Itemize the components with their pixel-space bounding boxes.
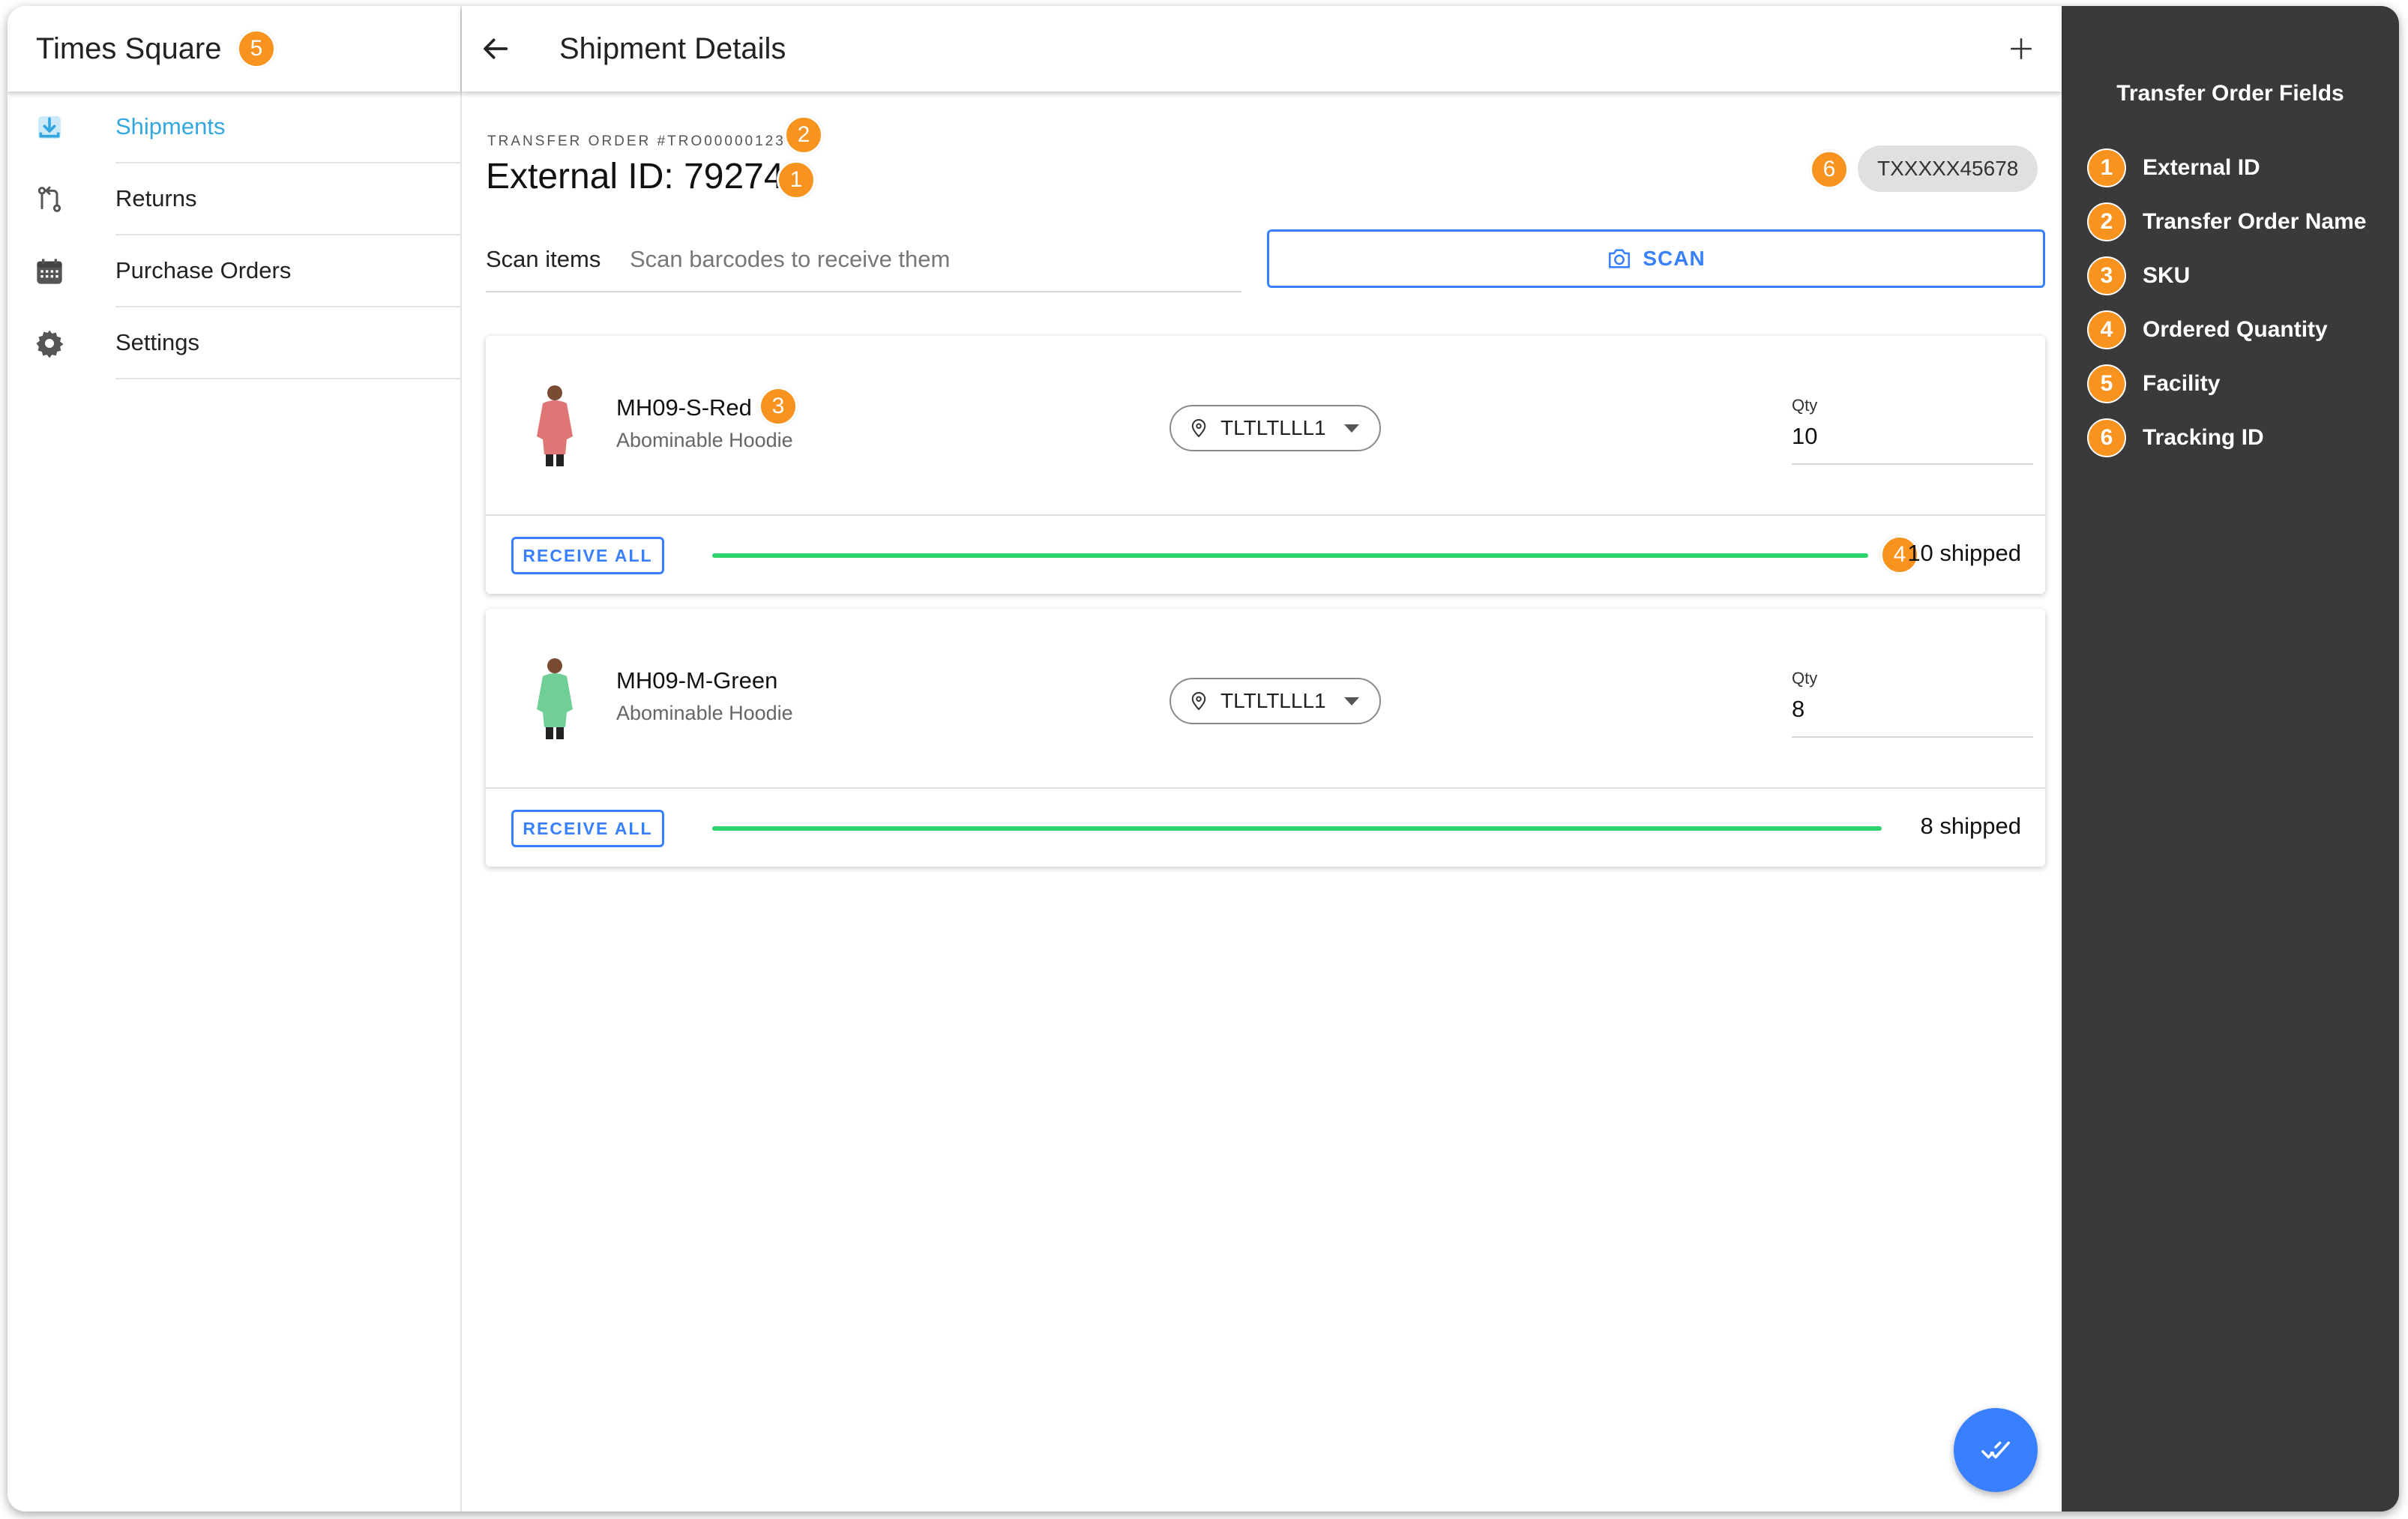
shipped-progress-bar: [712, 826, 1882, 831]
location-label: TLTLTLLL1: [1220, 689, 1326, 712]
legend-badge: 2: [2087, 202, 2126, 241]
legend-badge: 6: [2087, 418, 2126, 457]
legend-item: 2 Transfer Order Name: [2087, 202, 2366, 241]
git-compare-icon: [31, 181, 67, 217]
location-pin-icon: [1191, 419, 1206, 438]
shipped-count: 8 shipped: [1920, 813, 2021, 839]
receive-all-button[interactable]: RECEIVE ALL: [511, 810, 664, 847]
sidebar-item-settings[interactable]: Settings: [7, 307, 460, 379]
sidebar-item-label: Shipments: [115, 91, 460, 163]
settings-icon: [31, 325, 67, 361]
item-sku: MH09-S-Red: [616, 394, 752, 421]
legend-badge: 4: [2087, 310, 2126, 349]
qty-field[interactable]: Qty 10: [1792, 396, 2033, 465]
badge-transfer-order: 2: [784, 115, 823, 154]
card-footer: RECEIVE ALL 8 shipped: [486, 789, 2045, 867]
sidebar: Times Square 5 Shipments Returns Purchas…: [7, 6, 462, 1512]
qty-field[interactable]: Qty 8: [1792, 669, 2033, 738]
sidebar-header: Times Square 5: [7, 6, 460, 91]
product-thumbnail: [537, 658, 573, 739]
legend-label: Tracking ID: [2143, 425, 2264, 450]
card-footer: RECEIVE ALL 4 10 shipped: [486, 516, 2045, 594]
qty-label: Qty: [1792, 669, 1818, 688]
download-icon: [31, 109, 67, 145]
legend-label: Transfer Order Name: [2143, 209, 2367, 234]
legend-item: 4 Ordered Quantity: [2087, 310, 2328, 349]
legend-label: External ID: [2143, 155, 2260, 180]
shipped-count: 10 shipped: [1907, 540, 2021, 566]
sidebar-item-returns[interactable]: Returns: [7, 163, 460, 235]
badge-facility: 5: [237, 29, 276, 68]
add-icon: [2010, 37, 2032, 60]
legend-item: 5 Facility: [2087, 364, 2220, 403]
card-header: MH09-M-Green Abominable Hoodie TLTLTLLL1…: [486, 609, 2045, 789]
scan-input[interactable]: [630, 246, 1222, 273]
shipped-progress-bar: [712, 553, 1868, 558]
item-product-name: Abominable Hoodie: [616, 702, 793, 724]
legend-label: SKU: [2143, 263, 2191, 288]
item-sku: MH09-M-Green: [616, 667, 778, 694]
toolbar: Shipment Details: [462, 6, 2062, 91]
sidebar-item-label: Returns: [115, 163, 460, 235]
legend-item: 6 Tracking ID: [2087, 418, 2264, 457]
legend-item: 1 External ID: [2087, 148, 2260, 187]
badge-tracking: 6: [1810, 150, 1849, 189]
hoodie-body: [537, 400, 573, 454]
qty-label: Qty: [1792, 396, 1818, 415]
item-product-name: Abominable Hoodie: [616, 429, 793, 451]
legend-badge: 1: [2087, 148, 2126, 187]
scan-button-label: SCAN: [1643, 247, 1706, 270]
progress-fill: [712, 826, 1882, 831]
facility-name: Times Square: [36, 31, 222, 65]
scan-label: Scan items: [486, 246, 601, 272]
page-title: Shipment Details: [559, 31, 786, 65]
camera-icon: [1609, 249, 1631, 268]
sidebar-item-shipments[interactable]: Shipments: [7, 91, 460, 163]
product-thumbnail: [537, 385, 573, 466]
qty-value: 10: [1792, 423, 1818, 449]
shipment-item-card: MH09-M-Green Abominable Hoodie TLTLTLLL1…: [486, 609, 2045, 867]
caret-down-icon: [1343, 424, 1359, 433]
calendar-icon: [31, 253, 67, 289]
back-button[interactable]: [478, 31, 514, 67]
complete-fab-button[interactable]: [1954, 1408, 2038, 1492]
qty-value: 8: [1792, 696, 1805, 722]
card-header: MH09-S-Red 3 Abominable Hoodie TLTLTLLL1…: [486, 336, 2045, 516]
app-window: Times Square 5 Shipments Returns Purchas…: [7, 6, 2399, 1512]
scan-button[interactable]: SCAN: [1267, 229, 2045, 288]
main-content: Shipment Details TRANSFER ORDER #TRO0000…: [462, 6, 2062, 1512]
external-id: External ID: 79274: [486, 157, 784, 196]
add-button[interactable]: [2003, 31, 2039, 67]
legend-label: Ordered Quantity: [2143, 317, 2328, 342]
sidebar-item-purchase-orders[interactable]: Purchase Orders: [7, 235, 460, 307]
shipment-item-card: MH09-S-Red 3 Abominable Hoodie TLTLTLLL1…: [486, 336, 2045, 594]
legend-panel: Transfer Order Fields 1 External ID 2 Tr…: [2062, 6, 2399, 1512]
checkmark-done-icon: [1981, 1441, 2010, 1459]
legend-title: Transfer Order Fields: [2116, 81, 2344, 106]
arrow-back-icon: [484, 38, 508, 59]
hoodie-body: [537, 673, 573, 727]
location-select[interactable]: TLTLTLLL1: [1170, 678, 1381, 724]
legend-item: 3 SKU: [2087, 256, 2190, 295]
progress-fill: [712, 553, 1868, 558]
location-label: TLTLTLLL1: [1220, 416, 1326, 439]
legend-badge: 5: [2087, 364, 2126, 403]
sidebar-item-label: Settings: [115, 307, 460, 379]
transfer-order-name: TRANSFER ORDER #TRO00000123: [487, 133, 786, 149]
location-pin-icon: [1191, 692, 1206, 711]
badge-external-id: 1: [777, 160, 816, 199]
location-select[interactable]: TLTLTLLL1: [1170, 405, 1381, 451]
scan-field: Scan items: [486, 228, 1241, 292]
tracking-id-chip[interactable]: TXXXXX45678: [1858, 145, 2038, 192]
sidebar-menu: Shipments Returns Purchase Orders Settin…: [7, 91, 460, 379]
badge-sku: 3: [759, 387, 798, 426]
caret-down-icon: [1343, 697, 1359, 706]
sidebar-item-label: Purchase Orders: [115, 235, 460, 307]
legend-label: Facility: [2143, 371, 2221, 396]
receive-all-button[interactable]: RECEIVE ALL: [511, 537, 664, 574]
legend-badge: 3: [2087, 256, 2126, 295]
